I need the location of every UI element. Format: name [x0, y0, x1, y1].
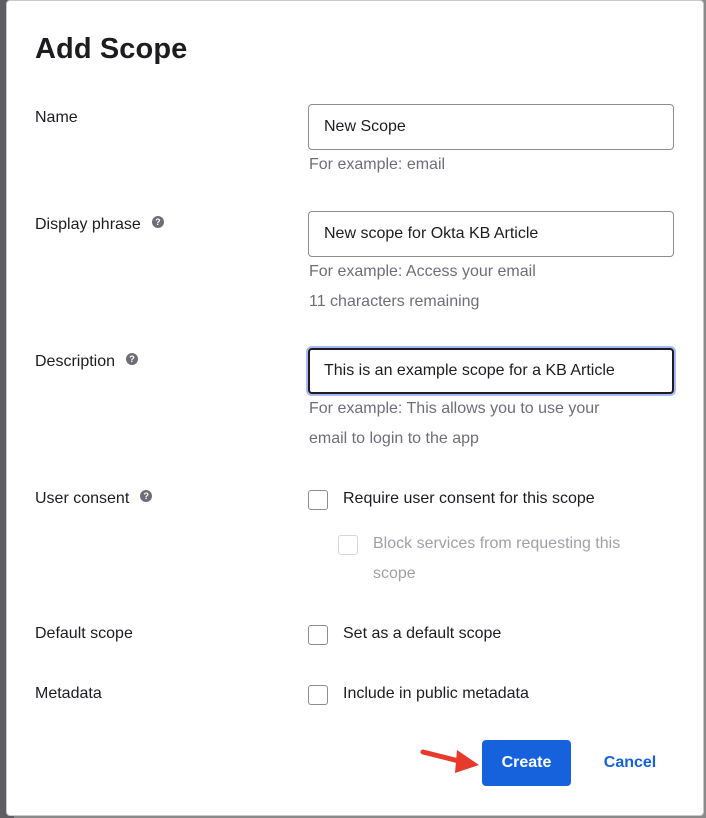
help-circle-icon[interactable]: ? — [126, 353, 139, 365]
default-scope-option[interactable]: Set as a default scope — [308, 624, 501, 649]
description-hint-line2: email to login to the app — [309, 430, 479, 447]
block-services-option: Block services from requesting this scop… — [338, 534, 673, 589]
metadata-option[interactable]: Include in public metadata — [308, 684, 529, 709]
description-label: Description ? — [35, 353, 139, 371]
block-services-checkbox — [338, 535, 358, 555]
display-phrase-input[interactable] — [308, 211, 674, 257]
metadata-label: Metadata — [35, 685, 102, 703]
add-scope-dialog: Add Scope Name For example: email Displa… — [6, 0, 704, 816]
arrow-right-icon — [420, 749, 479, 773]
block-services-label: Block services from requesting this scop… — [373, 529, 673, 589]
dialog-title: Add Scope — [35, 33, 188, 65]
block-services-label-line2: scope — [373, 565, 416, 582]
name-hint: For example: email — [309, 156, 446, 173]
name-label-text: Name — [35, 109, 78, 126]
description-hint-line1: For example: This allows you to use your — [309, 400, 600, 417]
help-circle-icon[interactable]: ? — [151, 216, 164, 228]
require-consent-option[interactable]: Require user consent for this scope — [308, 489, 595, 514]
description-label-text: Description — [35, 353, 116, 370]
default-scope-label-text: Default scope — [35, 625, 133, 642]
description-input[interactable] — [308, 348, 674, 394]
block-services-label-line1: Block services from requesting this — [373, 535, 621, 552]
user-consent-label: User consent ? — [35, 490, 153, 508]
metadata-option-label: Include in public metadata — [343, 685, 529, 702]
display-phrase-label: Display phrase ? — [35, 216, 164, 234]
characters-remaining: 11 characters remaining — [309, 293, 480, 310]
help-circle-icon[interactable]: ? — [140, 490, 153, 502]
cancel-button[interactable]: Cancel — [587, 740, 673, 786]
display-phrase-hint: For example: Access your email — [309, 263, 536, 280]
display-phrase-label-text: Display phrase — [35, 216, 141, 233]
require-consent-label: Require user consent for this scope — [343, 490, 595, 507]
create-button[interactable]: Create — [482, 740, 571, 786]
default-scope-checkbox[interactable] — [308, 625, 328, 645]
require-consent-checkbox[interactable] — [308, 490, 328, 510]
name-label: Name — [35, 109, 78, 127]
name-input[interactable] — [308, 104, 674, 150]
metadata-label-text: Metadata — [35, 685, 102, 702]
default-scope-label: Default scope — [35, 625, 133, 643]
default-scope-option-label: Set as a default scope — [343, 625, 502, 642]
metadata-checkbox[interactable] — [308, 685, 328, 705]
user-consent-label-text: User consent — [35, 490, 130, 507]
